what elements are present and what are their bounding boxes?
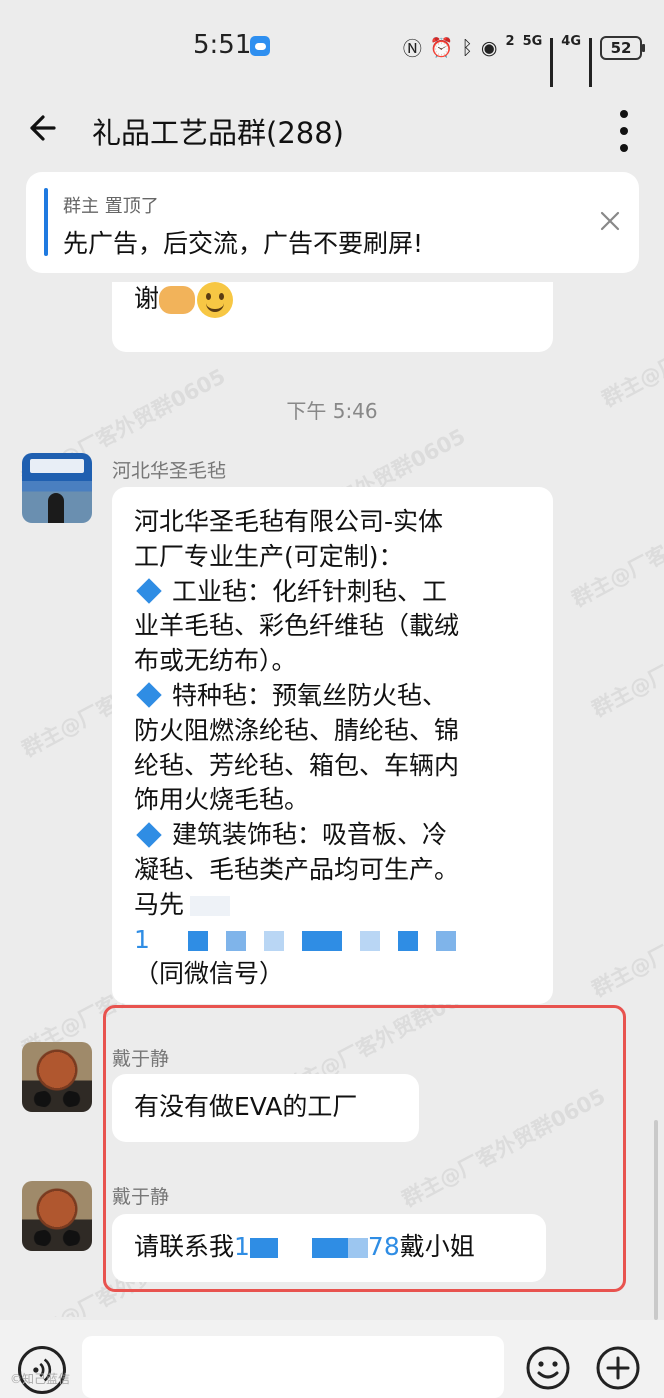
redaction-mosaic	[359, 930, 380, 951]
avatar[interactable]	[22, 1181, 92, 1251]
pin-accent-bar	[44, 188, 48, 256]
emoji-icon[interactable]	[524, 1344, 572, 1392]
sender-name[interactable]: 河北华圣毛毡	[112, 456, 226, 483]
message-line: 防火阻燃涤纶毡、腈纶毡、锦	[134, 715, 460, 745]
message-line: 建筑装饰毡：吸音板、冷	[172, 820, 448, 850]
alarm-icon: ⏰	[429, 37, 454, 59]
message-timestamp: 下午 5:46	[286, 399, 378, 423]
avatar[interactable]	[22, 1042, 92, 1112]
hotspot-icon: ◉	[480, 36, 498, 59]
message-input[interactable]	[82, 1336, 504, 1398]
redaction-gap	[150, 931, 170, 951]
network-5g-label: 5G	[522, 34, 543, 49]
status-bar: 5:51 Ⓝ ⏰ ᛒ ◉ 2 5G 4G 52	[0, 0, 664, 96]
redaction-mosaic	[397, 930, 418, 951]
signal-icon-2	[589, 37, 592, 87]
diamond-bullet-icon	[136, 821, 162, 848]
redaction-mosaic	[301, 930, 342, 951]
battery-indicator: 52	[600, 35, 645, 60]
message-line: 马先	[134, 889, 185, 919]
sim1-label: 2	[505, 34, 515, 49]
phone-link[interactable]: 1	[134, 925, 150, 954]
plus-icon[interactable]	[594, 1344, 642, 1392]
more-options-icon[interactable]	[618, 108, 630, 154]
scrollbar[interactable]	[654, 1120, 658, 1320]
weather-icon	[250, 36, 270, 56]
message-bubble[interactable]: 谢	[112, 282, 553, 352]
redaction-mosaic	[190, 895, 231, 916]
message-line: （同微信号）	[134, 959, 285, 989]
message-line: 纶毡、芳纶毡、箱包、车辆内	[134, 750, 460, 780]
redaction-mosaic	[187, 930, 208, 951]
watermark-text: 群主@厂客外贸群0605	[588, 594, 664, 722]
diamond-bullet-icon	[136, 682, 162, 709]
pinned-announcement[interactable]: 群主 置顶了 先广告，后交流，广告不要刷屏!	[26, 172, 639, 273]
watermark-text: 群主@厂客外贸群0605	[598, 284, 664, 412]
redaction-mosaic	[225, 930, 246, 951]
input-bar: ©知己蓝信	[0, 1320, 664, 1398]
message-line: 工业毡：化纤针刺毡、工	[172, 576, 448, 606]
avatar[interactable]	[22, 453, 92, 523]
message-line: 凝毡、毛毡类产品均可生产。	[134, 854, 460, 884]
status-time: 5:51	[193, 30, 252, 60]
footer-watermark: ©知己蓝信	[10, 1372, 71, 1386]
watermark-text: 群主@厂客外贸群0605	[568, 484, 664, 612]
chat-header: 礼品工艺品群(288)	[0, 96, 664, 164]
network-4g-label: 4G	[561, 34, 581, 49]
close-icon[interactable]	[599, 210, 621, 232]
pin-meta: 群主 置顶了	[63, 196, 159, 217]
pin-text: 先广告，后交流，广告不要刷屏!	[63, 229, 424, 258]
handshake-icon	[159, 286, 196, 314]
redaction-mosaic	[263, 930, 284, 951]
message-line: 河北华圣毛毡有限公司-实体	[134, 507, 444, 536]
watermark-text: 群主@厂客外贸群0605	[588, 874, 664, 1002]
system-icons: Ⓝ ⏰ ᛒ ◉ 2 5G 4G 52	[402, 34, 645, 87]
message-line: 饰用火烧毛毡。	[134, 785, 310, 815]
smiley-icon	[197, 282, 234, 318]
redaction-mosaic	[435, 930, 456, 951]
nfc-icon: Ⓝ	[402, 38, 422, 60]
message-line: 业羊毛毡、彩色纤维毡（載绒	[134, 611, 460, 641]
message-line: 特种毡：预氧丝防火毡、	[172, 680, 448, 710]
message-line: 布或无纺布）。	[134, 646, 297, 676]
signal-icon	[550, 37, 554, 87]
message-bubble[interactable]: 河北华圣毛毡有限公司-实体 工厂专业生产(可定制)： 工业毡：化纤针刺毡、工 业…	[112, 487, 553, 1004]
highlight-frame	[103, 1005, 626, 1292]
message-text: 谢	[134, 284, 160, 313]
bluetooth-icon: ᛒ	[461, 36, 473, 59]
back-arrow-icon[interactable]	[24, 106, 68, 150]
diamond-bullet-icon	[136, 578, 162, 604]
chat-title: 礼品工艺品群(288)	[92, 116, 344, 150]
message-line: 工厂专业生产(可定制)：	[134, 541, 404, 571]
